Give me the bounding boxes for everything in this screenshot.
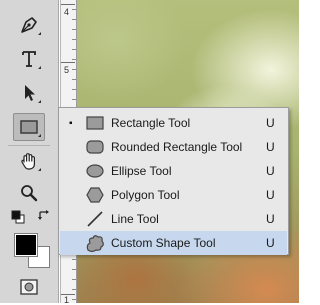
shortcut-key: U: [266, 140, 275, 154]
shortcut-key: U: [266, 236, 275, 250]
menu-item-label: Rounded Rectangle Tool: [111, 140, 243, 154]
rectangle-tool-button[interactable]: [13, 113, 45, 141]
rectangle-icon: [20, 120, 38, 134]
ellipse-icon: [84, 161, 106, 181]
swap-colors-button[interactable]: [36, 208, 52, 224]
menu-item-rectangle-tool[interactable]: ▪ Rectangle Tool U: [60, 111, 287, 135]
polygon-icon: [84, 185, 106, 205]
menu-item-rounded-rectangle-tool[interactable]: Rounded Rectangle Tool U: [60, 135, 287, 159]
tools-panel: [0, 0, 59, 303]
ruler-label: 4: [64, 7, 70, 17]
shortcut-key: U: [266, 116, 275, 130]
path-selection-tool-button[interactable]: [14, 80, 44, 106]
type-icon: [22, 51, 36, 67]
pen-icon: [21, 17, 37, 33]
arrow-cursor-icon: [25, 85, 35, 101]
hand-tool-button[interactable]: [14, 148, 44, 174]
default-colors-icon: [11, 210, 25, 224]
quick-mask-icon: [20, 279, 38, 295]
line-icon: [84, 209, 106, 229]
shortcut-key: U: [266, 188, 275, 202]
shortcut-key: U: [266, 212, 275, 226]
ruler-label: 1: [64, 295, 70, 305]
menu-item-label: Line Tool: [111, 212, 159, 226]
custom-shape-icon: [84, 233, 106, 253]
swap-arrow-icon: [38, 210, 49, 220]
type-tool-button[interactable]: [14, 46, 44, 72]
shortcut-key: U: [266, 164, 275, 178]
photoshop-window: 4 5 6 7 8 1: [0, 0, 301, 305]
shape-tools-flyout-menu: ▪ Rectangle Tool U Rounded Rectangle Too…: [58, 107, 289, 255]
menu-item-label: Polygon Tool: [111, 188, 180, 202]
foreground-color-swatch[interactable]: [14, 233, 38, 257]
selected-marker: ▪: [69, 118, 73, 129]
menu-item-label: Ellipse Tool: [111, 164, 172, 178]
menu-item-line-tool[interactable]: Line Tool U: [60, 207, 287, 231]
default-colors-button[interactable]: [10, 209, 26, 225]
quick-mask-button[interactable]: [14, 276, 44, 298]
zoom-tool-button[interactable]: [14, 180, 44, 206]
menu-item-custom-shape-tool[interactable]: Custom Shape Tool U: [60, 231, 287, 255]
rectangle-icon: [84, 113, 106, 133]
menu-item-ellipse-tool[interactable]: Ellipse Tool U: [60, 159, 287, 183]
menu-item-polygon-tool[interactable]: Polygon Tool U: [60, 183, 287, 207]
ruler-label: 5: [64, 65, 70, 75]
hand-icon: [21, 153, 35, 170]
magnifier-icon: [21, 185, 38, 202]
menu-item-label: Custom Shape Tool: [111, 236, 216, 250]
rounded-rectangle-icon: [84, 137, 106, 157]
pen-tool-button[interactable]: [14, 12, 44, 38]
menu-item-label: Rectangle Tool: [111, 116, 191, 130]
